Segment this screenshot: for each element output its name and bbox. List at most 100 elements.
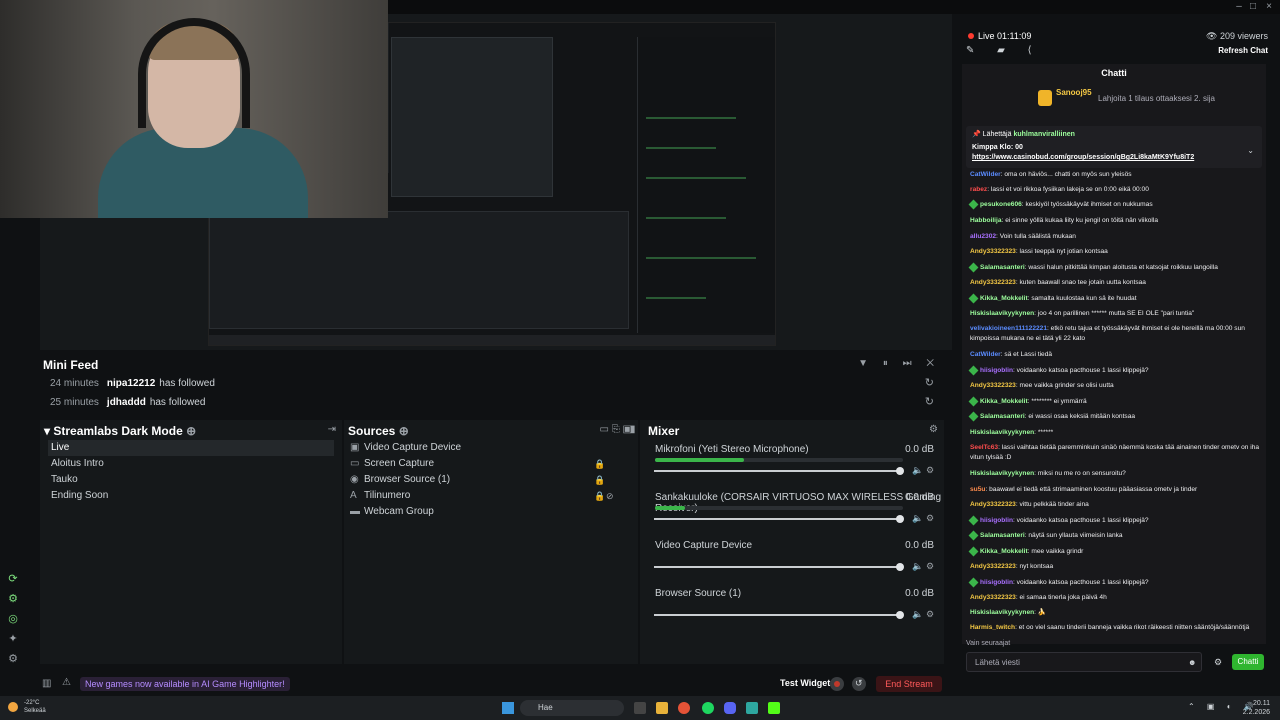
feed-user[interactable]: jdhaddd <box>107 397 146 408</box>
chat-username[interactable]: Andy33322323 <box>970 248 1016 255</box>
scene-filter-icon[interactable]: ⇥ <box>328 424 336 435</box>
chat-username[interactable]: Hiskislaavikyykynen <box>970 609 1034 616</box>
repeat-alert-icon[interactable]: ↻ <box>925 395 934 408</box>
chat-username[interactable]: velivakioineen111122221 <box>970 325 1047 332</box>
scene-item-ending[interactable]: Ending Soon <box>48 488 334 504</box>
chat-username[interactable]: SeelTc63 <box>970 444 998 451</box>
gear-icon[interactable]: ⚙ <box>926 465 934 476</box>
performance-icon[interactable]: ▥ <box>42 678 51 689</box>
chat-username[interactable]: Habboilija <box>970 217 1002 224</box>
chat-username[interactable]: hiisigoblin <box>980 517 1013 524</box>
chat-tools[interactable]: ✎ ▰ ⟨ <box>966 45 1042 56</box>
speaker-icon[interactable]: 🔈 <box>912 513 923 524</box>
source-webcam-group[interactable]: ▬ Webcam Group <box>350 506 434 517</box>
volume-knob[interactable] <box>896 467 904 475</box>
pinned-message[interactable]: 📌 Lähettäjä kuhlmanviralliinen Kimppa Kl… <box>966 126 1262 168</box>
gear-icon[interactable]: ⚙ <box>926 609 934 620</box>
end-stream-button[interactable]: End Stream <box>876 676 942 692</box>
chat-username[interactable]: Kikka_Mokkelit <box>980 398 1028 405</box>
chat-username[interactable]: Salamasanteri <box>980 413 1025 420</box>
settings-icon[interactable]: ⚙ <box>6 652 20 666</box>
visibility-off-icon[interactable]: ⊘ <box>606 491 614 502</box>
source-browser[interactable]: ◉ Browser Source (1) <box>350 474 450 485</box>
task-view-icon[interactable] <box>634 702 646 714</box>
volume-slider[interactable] <box>654 611 904 619</box>
scene-item-intro[interactable]: Aloitus Intro <box>48 456 334 472</box>
chat-username[interactable]: pesukone606 <box>980 201 1022 208</box>
chat-username[interactable]: Salamasanteri <box>980 532 1025 539</box>
chat-settings-icon[interactable]: ⚙ <box>1214 657 1222 668</box>
chat-username[interactable]: Kikka_Mokkelit <box>980 295 1028 302</box>
source-video-capture[interactable]: ▣ Video Capture Device <box>350 442 461 453</box>
gear-icon[interactable]: ⚙ <box>926 561 934 572</box>
windows-start-icon[interactable] <box>502 702 514 714</box>
close-icon[interactable]: × <box>1262 0 1276 14</box>
volume-knob[interactable] <box>896 515 904 523</box>
minimize-icon[interactable]: – <box>1232 0 1246 14</box>
highlighter-icon[interactable]: ◎ <box>6 612 20 626</box>
chat-username[interactable]: Kikka_Mokkelit <box>980 548 1028 555</box>
chat-username[interactable]: Hiskislaavikyykynen <box>970 310 1034 317</box>
lock-icon[interactable]: 🔒 <box>594 459 605 470</box>
weather-widget[interactable]: -22°C Selkeää <box>24 699 46 715</box>
scene-collection-title[interactable]: ▾ Streamlabs Dark Mode ⊕ <box>44 424 196 438</box>
chat-username[interactable]: Salamasanteri <box>980 264 1025 271</box>
emote-icon[interactable]: ☻ <box>1188 658 1196 667</box>
speaker-icon[interactable]: 🔈 <box>912 609 923 620</box>
chat-username[interactable]: su5u <box>970 486 985 493</box>
maximize-icon[interactable]: □ <box>1246 0 1260 14</box>
chevron-down-icon[interactable]: ⌄ <box>1247 146 1254 155</box>
record-button[interactable] <box>830 677 844 691</box>
speaker-icon[interactable]: 🔈 <box>912 561 923 572</box>
chat-username[interactable]: Hiskislaavikyykynen <box>970 470 1034 477</box>
themes-icon[interactable]: ⟳ <box>6 572 20 586</box>
scene-item-live[interactable]: Live <box>48 440 334 456</box>
volume-slider[interactable] <box>654 563 904 571</box>
kick-icon[interactable] <box>768 702 780 714</box>
chat-username[interactable]: Andy33322323 <box>970 382 1016 389</box>
volume-slider[interactable] <box>654 467 904 475</box>
send-chat-button[interactable]: Chatti <box>1232 654 1264 670</box>
test-widgets-button[interactable]: Test Widgets <box>780 678 835 688</box>
pinned-link[interactable]: https://www.casinobud.com/group/session/… <box>972 154 1194 161</box>
refresh-chat-button[interactable]: Refresh Chat <box>1218 46 1268 55</box>
weather-icon[interactable] <box>8 702 18 712</box>
taskbar-search[interactable]: Hae <box>520 700 624 716</box>
chat-username[interactable]: CatWilder <box>970 351 1001 358</box>
notification-banner[interactable]: New games now available in AI Game Highl… <box>80 677 290 691</box>
chat-username[interactable]: hiisigoblin <box>980 367 1013 374</box>
volume-slider[interactable] <box>654 515 904 523</box>
chat-username[interactable]: hiisigoblin <box>980 579 1013 586</box>
mini-feed-tools[interactable]: ▼ ⏸ ⏭ ✕ <box>858 358 940 369</box>
chat-username[interactable]: CatWilder <box>970 171 1001 178</box>
discord-icon[interactable] <box>724 702 736 714</box>
mixer-settings-icon[interactable]: ⚙ <box>929 424 938 435</box>
streamlabs-icon[interactable] <box>746 702 758 714</box>
lock-icon[interactable]: 🔒 <box>594 491 605 502</box>
replay-buffer-button[interactable]: ↺ <box>852 677 866 691</box>
source-screen-capture[interactable]: ▭ Screen Capture <box>350 458 434 469</box>
volume-knob[interactable] <box>896 611 904 619</box>
advanced-audio-icon[interactable]: ▮ <box>630 424 636 435</box>
source-text[interactable]: A Tilinumero <box>350 490 410 501</box>
chat-username[interactable]: Harmis_twitch <box>970 624 1015 631</box>
volume-knob[interactable] <box>896 563 904 571</box>
source-tools-icon[interactable]: ▭ ⎘ ▣ <box>600 424 632 435</box>
chat-username[interactable]: Andy33322323 <box>970 279 1016 286</box>
speaker-icon[interactable]: 🔈 <box>912 465 923 476</box>
clock[interactable]: 20.11 2.2.2026 <box>1243 699 1270 717</box>
chat-username[interactable]: rabez <box>970 186 987 193</box>
chat-username[interactable]: Andy33322323 <box>970 594 1016 601</box>
browser-icon[interactable] <box>678 702 690 714</box>
chat-username[interactable]: Andy33322323 <box>970 563 1016 570</box>
spotify-icon[interactable] <box>702 702 714 714</box>
chat-username[interactable]: Andy33322323 <box>970 501 1016 508</box>
feed-user[interactable]: nipa12212 <box>107 378 155 389</box>
repeat-alert-icon[interactable]: ↻ <box>925 376 934 389</box>
chat-username[interactable]: allu2302 <box>970 233 996 240</box>
chat-username[interactable]: Hiskislaavikyykynen <box>970 429 1034 436</box>
scene-item-tauko[interactable]: Tauko <box>48 472 334 488</box>
sparkle-icon[interactable]: ✦ <box>6 632 20 646</box>
chat-input[interactable]: Lähetä viesti <box>966 652 1202 672</box>
lock-icon[interactable]: 🔒 <box>594 475 605 486</box>
